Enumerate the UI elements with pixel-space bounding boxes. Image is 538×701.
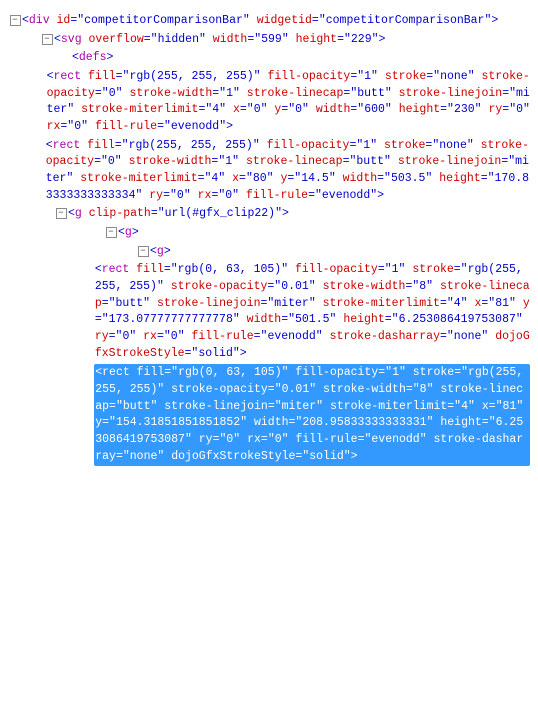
tree-node-g-2[interactable]: −<g> <box>8 243 530 262</box>
collapse-icon[interactable]: − <box>42 34 53 45</box>
tree-node-rect-1[interactable]: <rect fill="rgb(255, 255, 255)" fill-opa… <box>8 68 530 137</box>
tree-node-svg[interactable]: −<svg overflow="hidden" width="599" heig… <box>8 31 530 50</box>
tree-node-defs[interactable]: <defs> <box>8 49 530 68</box>
tree-node-div[interactable]: −<div id="competitorComparisonBar" widge… <box>8 12 530 31</box>
tree-node-g-1[interactable]: −<g> <box>8 224 530 243</box>
tree-node-g-clip[interactable]: −<g clip-path="url(#gfx_clip22)"> <box>8 205 530 224</box>
tree-node-rect-3[interactable]: <rect fill="rgb(0, 63, 105)" fill-opacit… <box>8 261 530 363</box>
collapse-icon[interactable]: − <box>56 208 67 219</box>
tree-node-rect-4-selected[interactable]: <rect fill="rgb(0, 63, 105)" fill-opacit… <box>8 363 530 467</box>
collapse-icon[interactable]: − <box>106 227 117 238</box>
collapse-icon[interactable]: − <box>10 15 21 26</box>
dom-inspector-tree: −<div id="competitorComparisonBar" widge… <box>8 12 530 467</box>
collapse-icon[interactable]: − <box>138 246 149 257</box>
tree-node-rect-2[interactable]: <rect fill="rgb(255, 255, 255)" fill-opa… <box>8 137 530 206</box>
